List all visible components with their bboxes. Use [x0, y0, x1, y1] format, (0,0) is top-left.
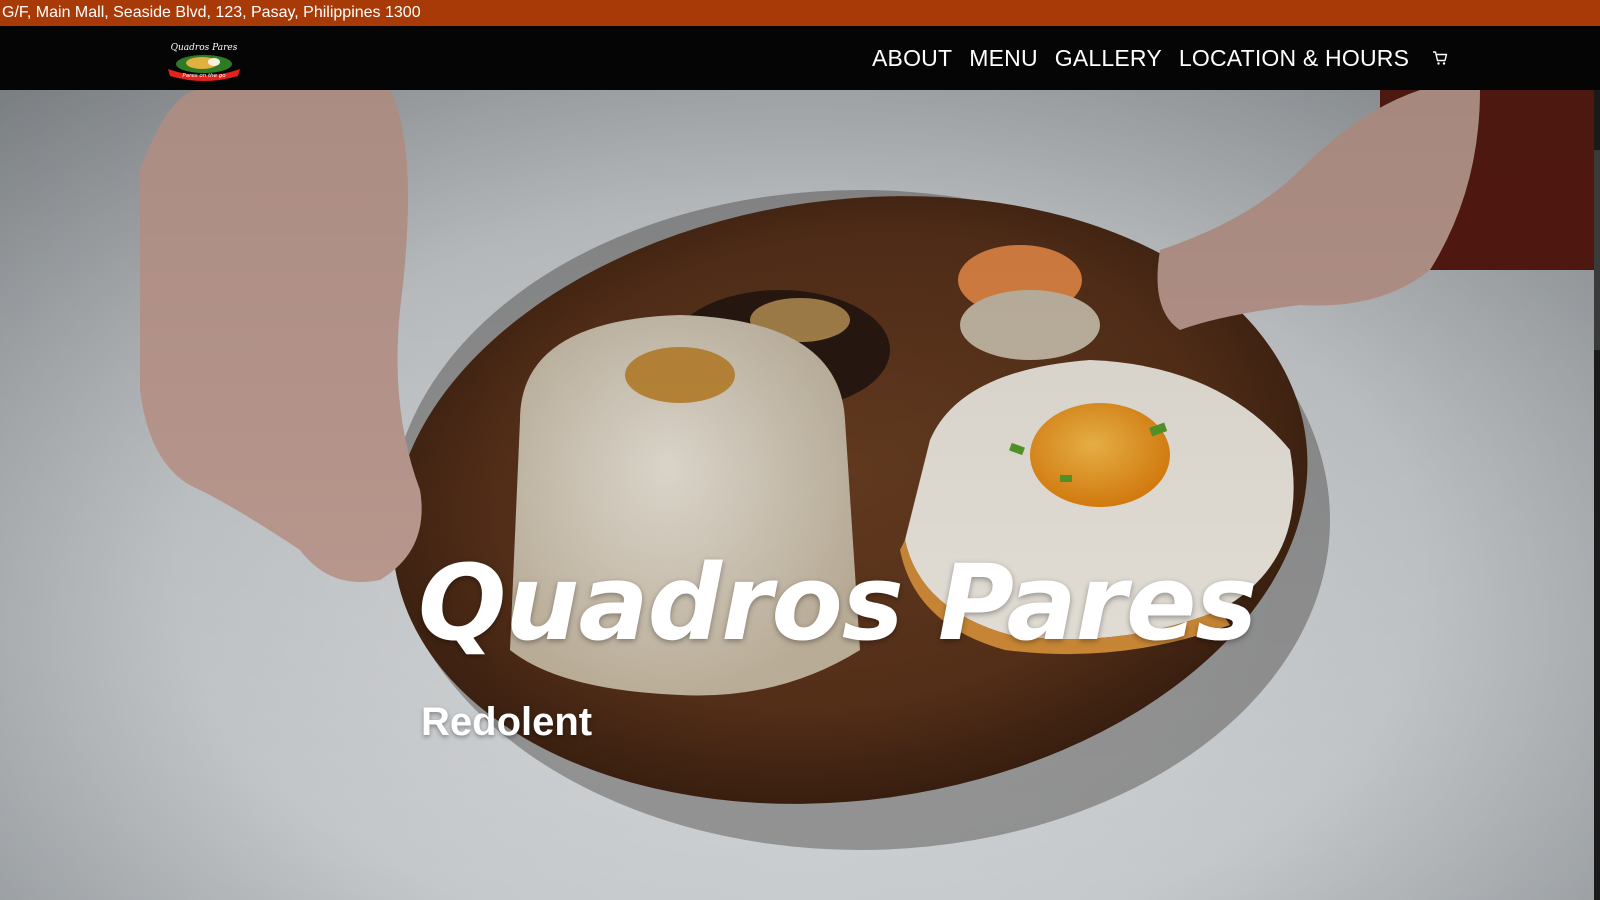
nav-gallery[interactable]: GALLERY [1055, 45, 1162, 72]
main-nav: ABOUT MENU GALLERY LOCATION & HOURS [872, 26, 1450, 90]
scrollbar-thumb[interactable] [1594, 150, 1600, 350]
nav-about[interactable]: ABOUT [872, 45, 952, 72]
page-scrollbar[interactable] [1594, 90, 1600, 900]
svg-text:Pares on the go: Pares on the go [182, 73, 226, 79]
address-text: G/F, Main Mall, Seaside Blvd, 123, Pasay… [2, 4, 421, 21]
address-bar: G/F, Main Mall, Seaside Blvd, 123, Pasay… [0, 0, 1600, 26]
hero-food-image [0, 90, 1600, 900]
hero-subtitle: Redolent [421, 700, 593, 744]
nav-menu[interactable]: MENU [969, 45, 1038, 72]
svg-text:Quadros Pares: Quadros Pares [171, 43, 238, 53]
hero-section: Quadros Pares Redolent [0, 90, 1600, 900]
navbar: Quadros Pares Pares on the go ABOUT MENU… [0, 26, 1600, 90]
site-logo[interactable]: Quadros Pares Pares on the go [166, 38, 242, 82]
cart-icon[interactable] [1430, 48, 1450, 68]
hero-title: Quadros Pares [418, 542, 1257, 664]
nav-location-hours[interactable]: LOCATION & HOURS [1179, 45, 1409, 72]
